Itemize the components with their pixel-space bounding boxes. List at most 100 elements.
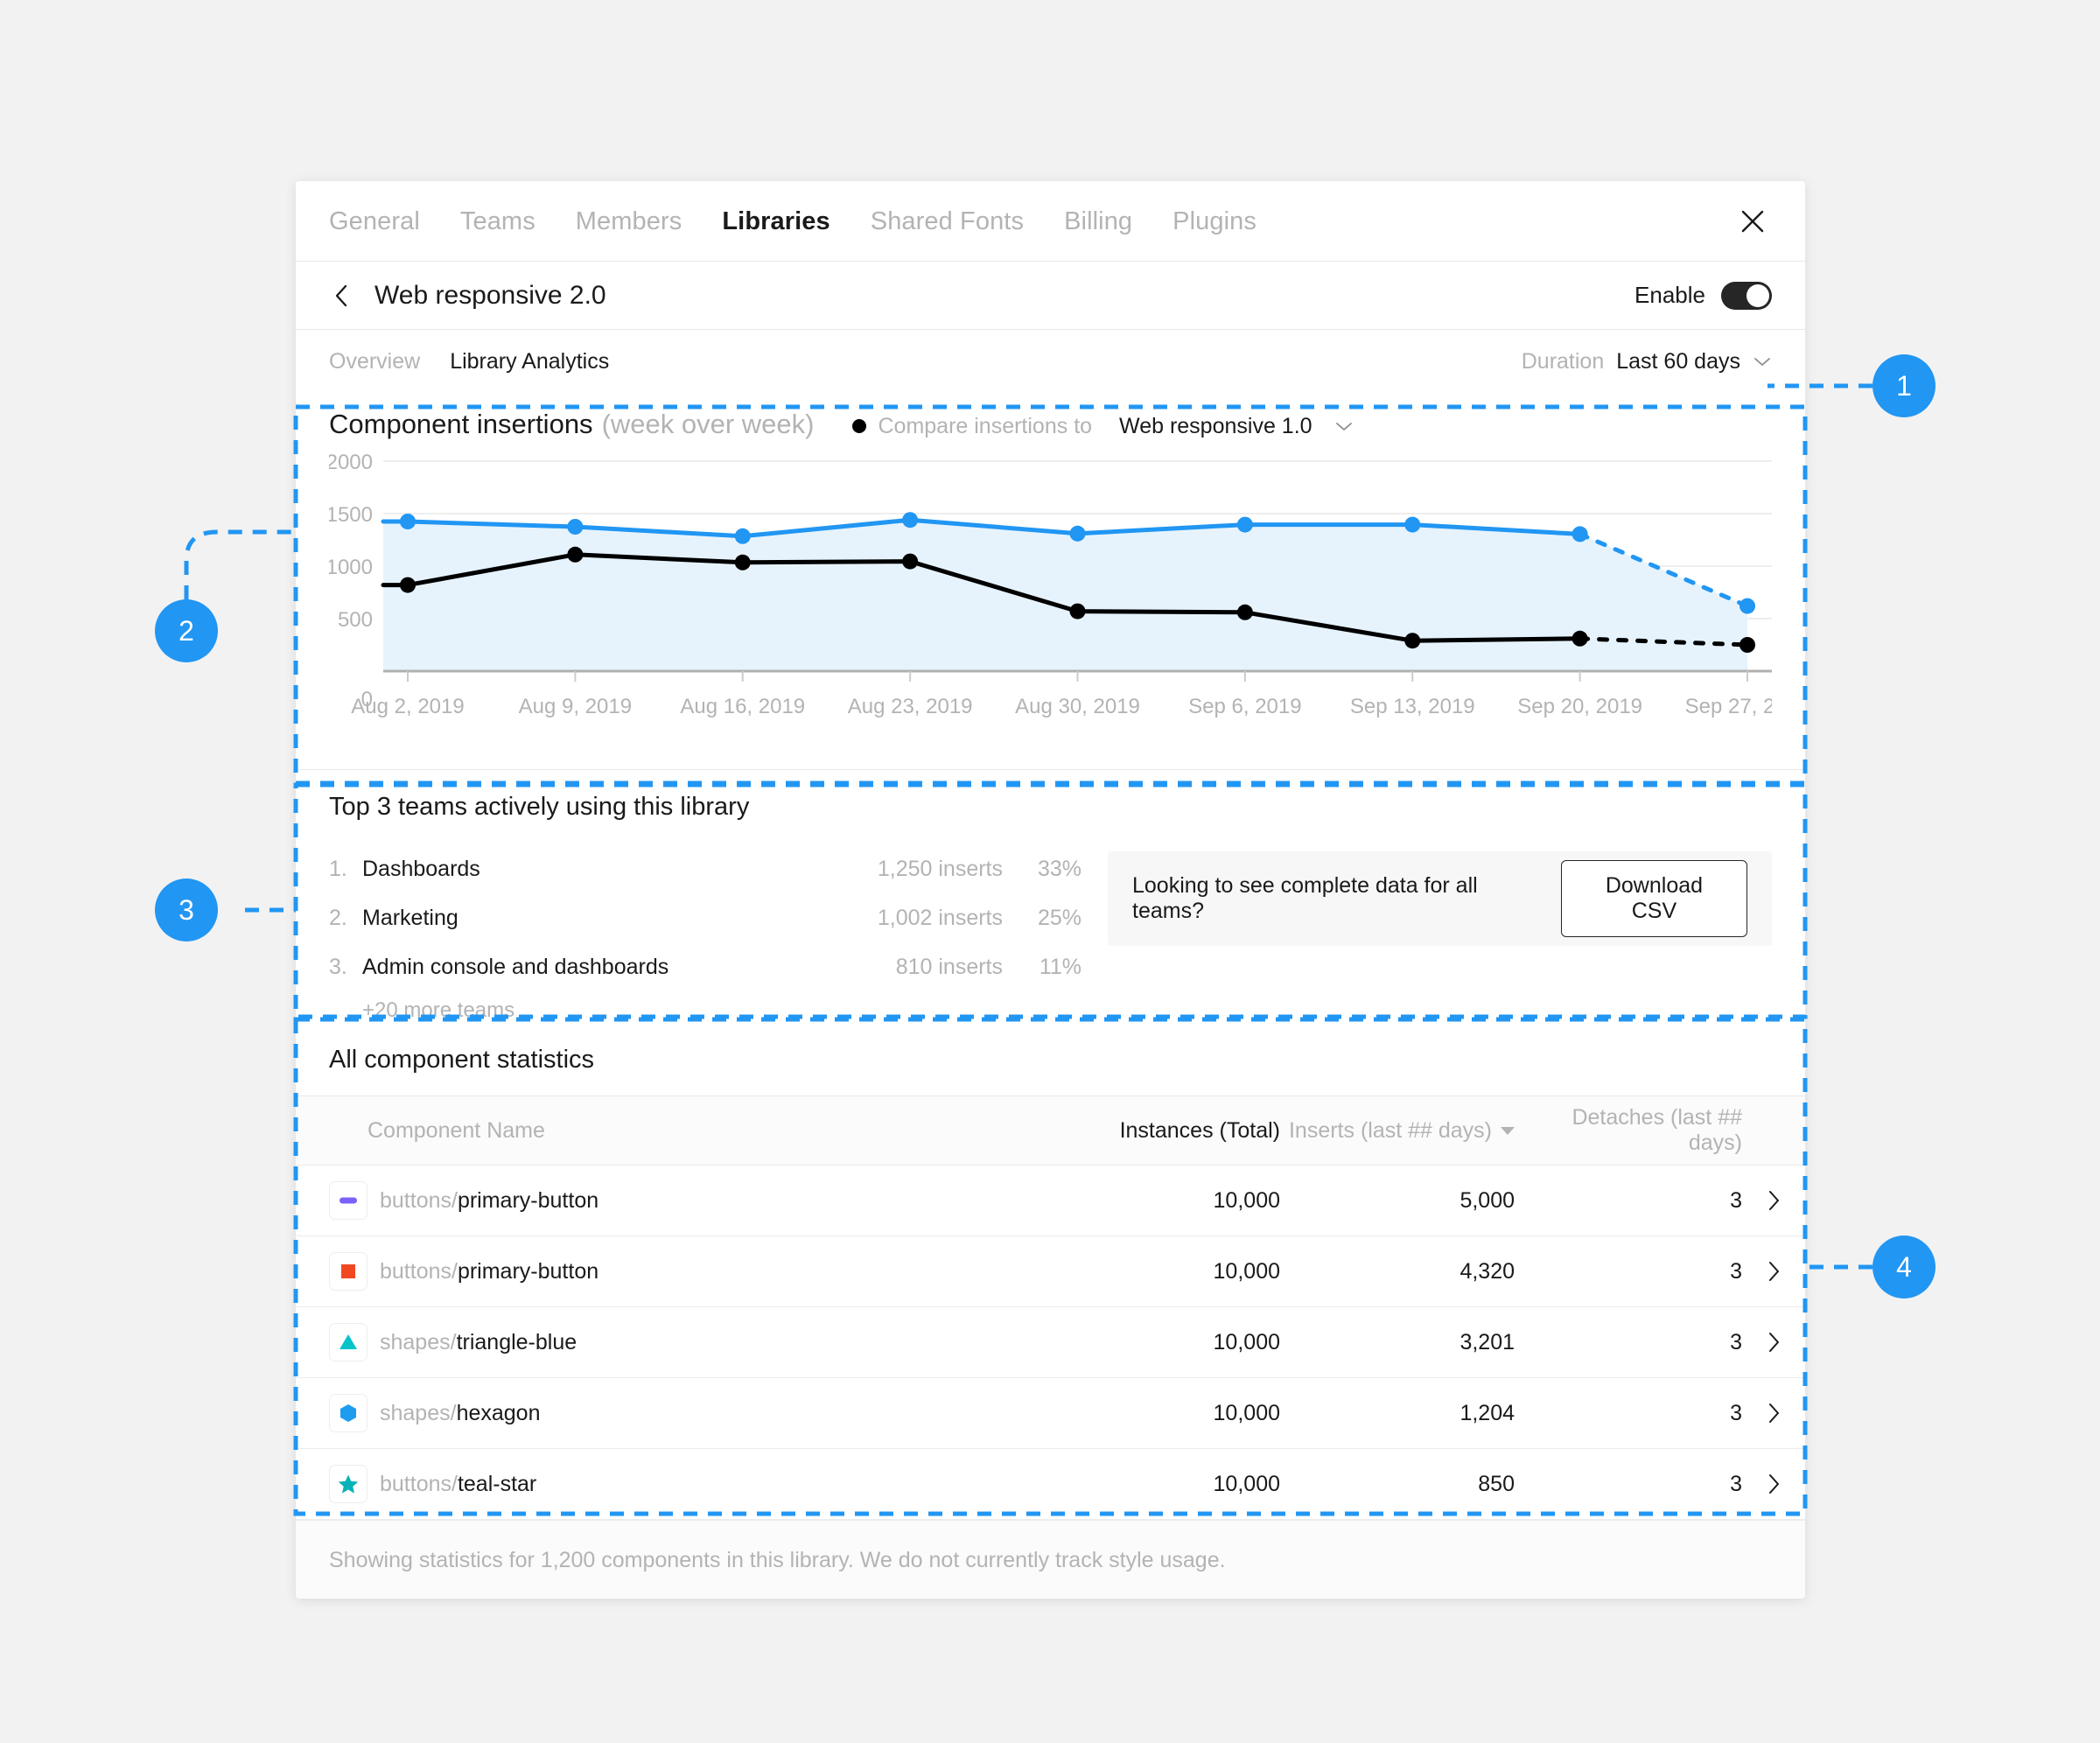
x-axis-tick: Aug 30, 2019 <box>1015 695 1140 718</box>
component-name: buttons/primary-button <box>380 1259 1061 1284</box>
team-percent: 25% <box>1003 906 1082 931</box>
tab-billing[interactable]: Billing <box>1064 207 1132 236</box>
component-group: shapes/ <box>380 1401 457 1425</box>
component-name: shapes/triangle-blue <box>380 1330 1061 1355</box>
component-group: buttons/ <box>380 1472 458 1496</box>
callout-badge-3: 3 <box>155 878 218 942</box>
list-item[interactable]: 2. Marketing 1,002 inserts 25% <box>329 900 1082 935</box>
callout-badge-4: 4 <box>1872 1236 1936 1298</box>
top-teams-title: Top 3 teams actively using this library <box>329 770 1772 822</box>
column-detaches[interactable]: Detaches (last ## days) <box>1515 1105 1742 1156</box>
series-web-responsive-1-0-point <box>400 578 416 593</box>
download-csv-panel: Looking to see complete data for all tea… <box>1108 851 1772 946</box>
series-web-responsive-2-0-point <box>735 528 751 544</box>
team-name: Admin console and dashboards <box>362 955 819 980</box>
x-axis-tick: Sep 6, 2019 <box>1188 695 1301 718</box>
series-web-responsive-2-0-point <box>1070 526 1086 542</box>
more-teams-link[interactable]: +20 more teams <box>362 998 1082 1023</box>
column-component-name[interactable]: Component Name <box>368 1118 1061 1144</box>
component-leaf: primary-button <box>458 1188 598 1213</box>
chart-legend: Compare insertions to Web responsive 1.0 <box>852 414 1353 439</box>
subtab-library-analytics[interactable]: Library Analytics <box>450 349 609 374</box>
team-name: Marketing <box>362 906 819 931</box>
chart-subtitle: (week over week) <box>602 409 815 440</box>
close-icon[interactable] <box>1733 202 1772 241</box>
cell-instances: 10,000 <box>1061 1259 1280 1284</box>
callout-badge-1: 1 <box>1872 354 1936 417</box>
chevron-right-icon[interactable] <box>1742 1400 1805 1426</box>
chevron-down-icon[interactable] <box>1334 420 1354 432</box>
list-item[interactable]: 1. Dashboards 1,250 inserts 33% <box>329 851 1082 886</box>
chevron-right-icon[interactable] <box>1742 1471 1805 1497</box>
y-axis-tick: 500 <box>338 608 373 632</box>
series-web-responsive-2-0-point <box>567 519 583 535</box>
y-axis-tick: 1500 <box>329 503 373 527</box>
team-inserts: 1,002 inserts <box>819 906 1003 931</box>
component-leaf: triangle-blue <box>457 1330 578 1354</box>
chart-header: Component insertions (week over week) Co… <box>329 393 1772 440</box>
chevron-right-icon[interactable] <box>1742 1187 1805 1214</box>
series-web-responsive-2-0-point <box>400 514 416 529</box>
cell-instances: 10,000 <box>1061 1472 1280 1497</box>
top-teams-list: 1. Dashboards 1,250 inserts 33% 2. Marke… <box>329 851 1082 1023</box>
list-item[interactable]: 3. Admin console and dashboards 810 inse… <box>329 949 1082 984</box>
cell-detaches: 3 <box>1515 1259 1742 1284</box>
legend-label: Compare insertions to <box>878 414 1092 439</box>
toggle-knob <box>1746 284 1769 307</box>
x-axis-tick: Aug 16, 2019 <box>680 695 805 718</box>
x-axis-tick: Sep 13, 2019 <box>1350 695 1475 718</box>
star-icon <box>329 1465 368 1503</box>
download-csv-button[interactable]: Download CSV <box>1561 860 1747 937</box>
tab-shared-fonts[interactable]: Shared Fonts <box>871 207 1024 236</box>
tab-libraries[interactable]: Libraries <box>722 207 830 236</box>
table-row[interactable]: buttons/primary-button 10,000 4,320 3 <box>296 1236 1805 1307</box>
cell-detaches: 3 <box>1515 1188 1742 1214</box>
settings-modal: General Teams Members Libraries Shared F… <box>296 181 1805 1599</box>
component-name: shapes/hexagon <box>380 1401 1061 1426</box>
series-web-responsive-2-0-point <box>1404 517 1420 533</box>
team-percent: 33% <box>1003 857 1082 882</box>
cell-detaches: 3 <box>1515 1401 1742 1426</box>
x-axis-tick: Sep 20, 2019 <box>1517 695 1642 718</box>
chevron-right-icon[interactable] <box>1742 1329 1805 1355</box>
line-chart: 5001000150020000Aug 2, 2019Aug 9, 2019Au… <box>329 454 1772 734</box>
tab-plugins[interactable]: Plugins <box>1172 207 1256 236</box>
column-instances[interactable]: Instances (Total) <box>1061 1118 1280 1144</box>
page-title: Web responsive 2.0 <box>374 281 606 311</box>
compare-library-select[interactable]: Web responsive 1.0 <box>1119 414 1312 439</box>
series-web-responsive-2-0-point <box>1740 598 1755 614</box>
table-row[interactable]: buttons/teal-star 10,000 850 3 <box>296 1449 1805 1520</box>
component-group: buttons/ <box>380 1259 458 1284</box>
chevron-right-icon[interactable] <box>1742 1258 1805 1284</box>
table-row[interactable]: buttons/primary-button 10,000 5,000 3 <box>296 1166 1805 1236</box>
top-teams-body: 1. Dashboards 1,250 inserts 33% 2. Marke… <box>329 851 1772 1023</box>
series-web-responsive-1-0-point <box>1740 637 1755 653</box>
tab-general[interactable]: General <box>329 207 420 236</box>
team-name: Dashboards <box>362 857 819 882</box>
tab-members[interactable]: Members <box>576 207 682 236</box>
component-statistics-section: All component statistics Component Name … <box>296 1023 1805 1599</box>
sub-nav: Overview Library Analytics Duration Last… <box>296 330 1805 393</box>
table-row[interactable]: shapes/hexagon 10,000 1,204 3 <box>296 1378 1805 1449</box>
team-inserts: 810 inserts <box>819 955 1003 980</box>
screen-root: General Teams Members Libraries Shared F… <box>0 0 2100 1743</box>
enable-label: Enable <box>1634 282 1705 309</box>
component-leaf: hexagon <box>457 1401 541 1425</box>
series-web-responsive-1-0-point <box>1572 631 1588 647</box>
enable-toggle[interactable] <box>1721 282 1772 310</box>
component-group: shapes/ <box>380 1330 457 1354</box>
team-rank: 1. <box>329 857 362 882</box>
tab-teams[interactable]: Teams <box>460 207 536 236</box>
subtab-overview[interactable]: Overview <box>329 349 420 374</box>
duration-value[interactable]: Last 60 days <box>1616 349 1740 374</box>
table-row[interactable]: shapes/triangle-blue 10,000 3,201 3 <box>296 1307 1805 1378</box>
chevron-down-icon[interactable] <box>1753 355 1772 368</box>
column-inserts[interactable]: Inserts (last ## days) <box>1280 1118 1515 1144</box>
series-web-responsive-2-0-point <box>1572 526 1588 542</box>
table-footer: Showing statistics for 1,200 components … <box>296 1520 1805 1599</box>
sort-descending-icon[interactable] <box>1501 1127 1515 1135</box>
table-footer-text: Showing statistics for 1,200 components … <box>329 1548 1226 1573</box>
x-axis-tick: Aug 2, 2019 <box>351 695 464 718</box>
series-web-responsive-1-0-point <box>567 547 583 563</box>
chevron-left-icon[interactable] <box>329 281 355 311</box>
